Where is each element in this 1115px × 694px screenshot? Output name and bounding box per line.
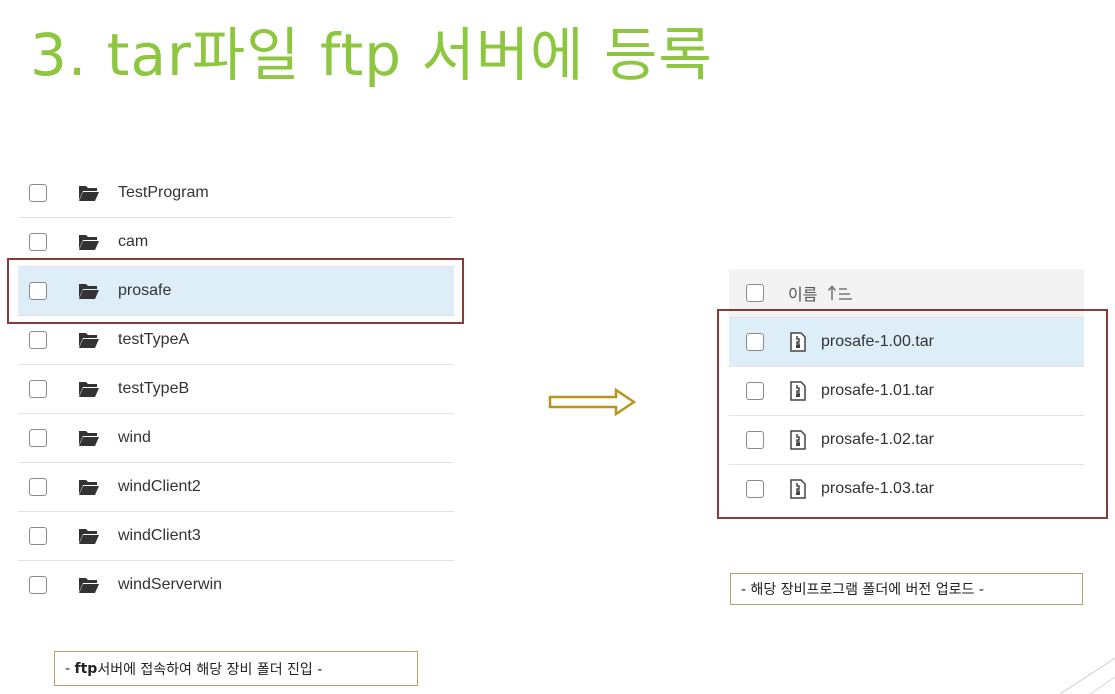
folder-name: windClient3 [118, 527, 201, 544]
ftp-caption: - ftp 서버에 접속하여 해당 장비 폴더 진입 - [54, 651, 418, 686]
folder-open-icon [79, 431, 99, 446]
folder-name: wind [118, 429, 151, 446]
sort-ascending-icon[interactable] [827, 284, 853, 302]
highlight-box-folder [7, 258, 464, 324]
folder-name: windServerwin [118, 576, 223, 593]
folder-row[interactable]: windServerwin [18, 561, 454, 609]
row-checkbox[interactable] [29, 478, 47, 496]
ftp-caption-text: 서버에 접속하여 해당 장비 폴더 진입 - [97, 661, 323, 678]
folder-name: testTypeA [118, 331, 190, 348]
row-checkbox[interactable] [29, 429, 47, 447]
folder-open-icon [79, 578, 99, 593]
folder-row[interactable]: windClient2 [18, 463, 454, 512]
row-checkbox[interactable] [29, 527, 47, 545]
folder-name: cam [118, 233, 149, 250]
slide-title: 3. tar파일 ftp 서버에 등록 [30, 21, 713, 89]
ftp-caption-prefix: - [65, 660, 75, 677]
select-all-checkbox[interactable] [746, 284, 764, 302]
folder-open-icon [79, 333, 99, 348]
folder-list: TestProgram cam prosafe testTypeA testTy… [18, 169, 454, 609]
folder-open-icon [79, 186, 99, 201]
upload-caption-text: - 해당 장비프로그램 폴더에 버전 업로드 - [741, 582, 984, 598]
folder-name: testTypeB [118, 380, 190, 397]
row-checkbox[interactable] [29, 331, 47, 349]
folder-open-icon [79, 235, 99, 250]
right-arrow-icon [548, 388, 636, 416]
folder-open-icon [79, 529, 99, 544]
ftp-caption-bold: ftp [74, 660, 98, 677]
folder-row[interactable]: testTypeB [18, 365, 454, 414]
folder-open-icon [79, 480, 99, 495]
row-checkbox[interactable] [29, 233, 47, 251]
folder-name: TestProgram [118, 184, 209, 201]
folder-row[interactable]: TestProgram [18, 169, 454, 218]
folder-row[interactable]: wind [18, 414, 454, 463]
folder-row[interactable]: windClient3 [18, 512, 454, 561]
corner-decoration [1060, 657, 1115, 694]
folder-open-icon [79, 382, 99, 397]
name-column-header[interactable]: 이름 [788, 281, 817, 305]
folder-name: windClient2 [118, 478, 201, 495]
row-checkbox[interactable] [29, 380, 47, 398]
row-checkbox[interactable] [29, 184, 47, 202]
highlight-box-files [717, 309, 1108, 519]
upload-caption: - 해당 장비프로그램 폴더에 버전 업로드 - [730, 573, 1083, 605]
row-checkbox[interactable] [29, 576, 47, 594]
